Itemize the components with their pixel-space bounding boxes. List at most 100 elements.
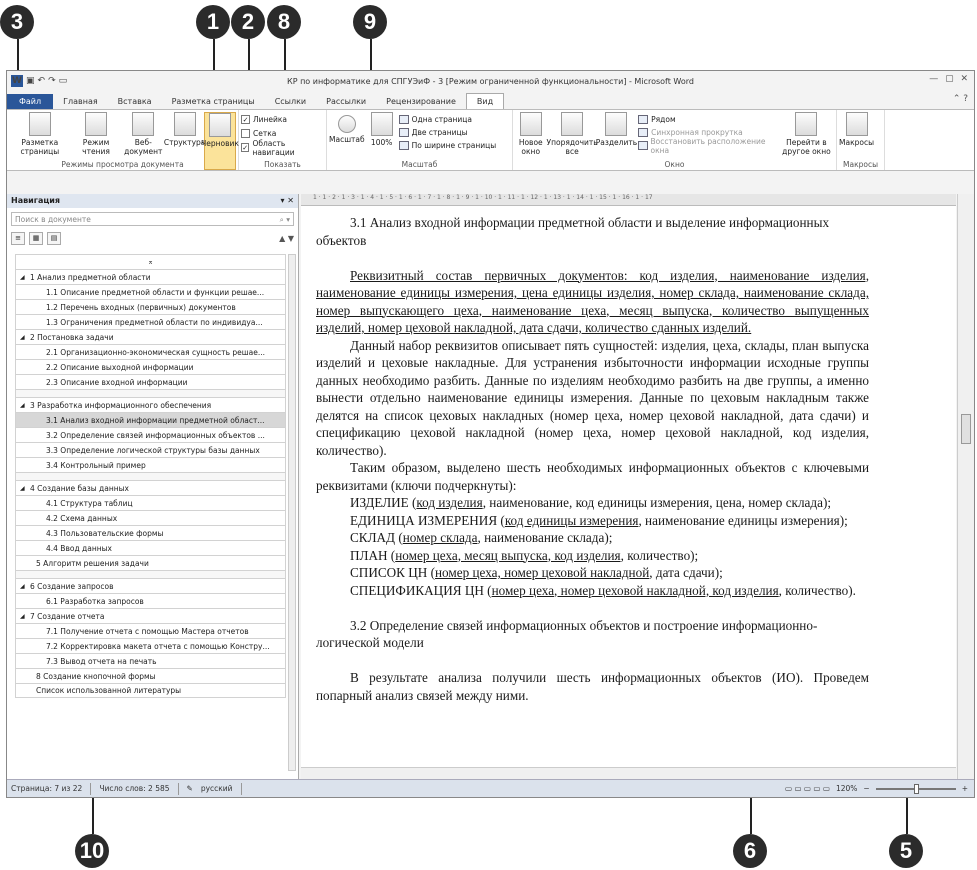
navigation-pane-checkbox[interactable]: ✓ Область навигации	[241, 139, 324, 157]
redo-icon[interactable]: ↷	[48, 76, 56, 86]
ruler-checkbox[interactable]: ✓ Линейка	[241, 113, 324, 126]
horizontal-ruler[interactable]: 1 · 1 · 2 · 1 · 3 · 1 · 4 · 1 · 5 · 1 · …	[301, 194, 956, 206]
zoom-slider-thumb[interactable]	[913, 783, 919, 794]
nav-scrollbar[interactable]	[288, 254, 296, 771]
collapse-triangle-icon[interactable]: ◢	[20, 402, 30, 409]
nav-heading[interactable]: 1.3 Ограничения предметной области по ин…	[15, 314, 286, 329]
nav-heading[interactable]: 7.1 Получение отчета с помощью Мастера о…	[15, 623, 286, 638]
checkbox-checked-icon: ✓	[241, 115, 250, 124]
one-page-button[interactable]: Одна страница	[398, 113, 497, 126]
tab-review[interactable]: Рецензирование	[376, 94, 466, 109]
nav-heading[interactable]: ◢ 4 Создание базы данных	[15, 480, 286, 495]
group-macros: Макросы Макросы	[837, 110, 885, 170]
nav-heading[interactable]: 2.2 Описание выходной информации	[15, 359, 286, 374]
nav-heading[interactable]: ◢ 3 Разработка информационного обеспечени…	[15, 397, 286, 412]
document-page[interactable]: 3.1 Анализ входной информации предметной…	[301, 206, 956, 767]
results-view-icon[interactable]: ▤	[47, 231, 61, 245]
vertical-scrollbar[interactable]	[957, 194, 974, 779]
undo-icon[interactable]: ↶	[38, 76, 46, 86]
tab-file[interactable]: Файл	[7, 94, 54, 109]
window-controls[interactable]: — ▢ ✕	[929, 74, 970, 84]
tab-insert[interactable]: Вставка	[108, 94, 162, 109]
scroll-thumb[interactable]	[961, 414, 971, 444]
word-window: W ▣ ↶ ↷ ▭ КР по информатике для СПГУЭиФ …	[6, 70, 975, 798]
nav-heading[interactable]: Список использованной литературы	[15, 683, 286, 698]
reset-window-button[interactable]: Восстановить расположение окна	[638, 137, 776, 155]
group-show: ✓ Линейка Сетка ✓ Область навигации Показа…	[239, 110, 327, 170]
reset-window-icon	[638, 141, 648, 150]
proofing-icon[interactable]: ✎	[187, 784, 193, 793]
split-icon	[605, 112, 628, 136]
headings-view-icon[interactable]: ≡	[11, 231, 25, 245]
document-text[interactable]: 3.1 Анализ входной информации предметной…	[316, 214, 869, 704]
word-app-icon: W	[11, 75, 23, 87]
zoom-out-icon[interactable]: −	[863, 784, 869, 793]
nav-heading[interactable]: 4.3 Пользовательские формы	[15, 525, 286, 540]
checkbox-checked-icon: ✓	[241, 143, 250, 152]
nav-heading[interactable]: 6.1 Разработка запросов	[15, 593, 286, 608]
nav-heading[interactable]: 4.1 Структура таблиц	[15, 495, 286, 510]
group-label-show: Показать	[264, 160, 301, 169]
nav-heading[interactable]: 1.2 Перечень входных (первичных) докумен…	[15, 299, 286, 314]
search-input[interactable]: Поиск в документе ⌕ ▾	[11, 212, 294, 226]
callout-2: 2	[231, 5, 265, 39]
callout-9: 9	[353, 5, 387, 39]
sync-scroll-icon	[638, 128, 649, 137]
horizontal-scrollbar[interactable]	[301, 767, 956, 779]
page-width-button[interactable]: По ширине страницы	[398, 139, 496, 152]
word-count[interactable]: Число слов: 2 585	[99, 784, 169, 793]
open-icon[interactable]: ▭	[59, 76, 68, 86]
close-icon[interactable]: ▾ ✕	[280, 196, 294, 206]
nav-heading[interactable]: 8 Создание кнопочной формы	[15, 668, 286, 683]
nav-heading[interactable]: ◢ 7 Создание отчета	[15, 608, 286, 623]
nav-heading[interactable]: 7.3 Вывод отчета на печать	[15, 653, 286, 668]
zoom-level[interactable]: 120%	[836, 784, 857, 793]
tab-references[interactable]: Ссылки	[265, 94, 316, 109]
two-pages-button[interactable]: Две страницы	[398, 126, 497, 139]
web-layout-icon	[132, 112, 155, 136]
tab-page-layout[interactable]: Разметка страницы	[162, 94, 265, 109]
nav-heading[interactable]: 5 Алгоритм решения задачи	[15, 555, 286, 570]
collapse-triangle-icon[interactable]: ◢	[20, 485, 30, 492]
nav-heading[interactable]: ◢ 2 Постановка задачи	[15, 329, 286, 344]
collapse-triangle-icon[interactable]: ◢	[20, 334, 30, 341]
prev-next-arrows-icon[interactable]: ▲ ▼	[279, 234, 294, 243]
nav-heading-current[interactable]: 3.1 Анализ входной информации предметной…	[15, 412, 286, 427]
zoom-slider[interactable]	[875, 783, 956, 794]
nav-heading[interactable]: 7.2 Корректировка макета отчета с помощь…	[15, 638, 286, 653]
nav-heading[interactable]: 3.3 Определение логической структуры баз…	[15, 442, 286, 457]
page-width-icon	[398, 141, 409, 150]
nav-heading[interactable]: 4.2 Схема данных	[15, 510, 286, 525]
tab-mailings[interactable]: Рассылки	[316, 94, 376, 109]
view-buttons-icon[interactable]: ▭ ▭ ▭ ▭ ▭	[785, 784, 830, 793]
page-100-icon	[370, 112, 393, 136]
tab-view[interactable]: Вид	[465, 93, 505, 109]
language[interactable]: русский	[201, 784, 233, 793]
nav-heading[interactable]: 1.1 Описание предметной области и функци…	[15, 284, 286, 299]
search-icon[interactable]: ⌕ ▾	[280, 215, 290, 224]
zoom-in-icon[interactable]: +	[962, 784, 968, 793]
collapse-triangle-icon[interactable]: ◢	[20, 583, 30, 590]
nav-heading[interactable]: 3.2 Определение связей информационных об…	[15, 427, 286, 442]
nav-heading[interactable]: 2.3 Описание входной информации	[15, 374, 286, 389]
callout-3: 3	[0, 5, 34, 39]
pages-view-icon[interactable]: ▦	[29, 231, 43, 245]
tab-home[interactable]: Главная	[53, 94, 108, 109]
help-icon[interactable]: ⌃ ?	[953, 94, 968, 104]
two-pages-icon	[398, 128, 409, 137]
side-by-side-button[interactable]: Рядом	[638, 113, 776, 126]
collapse-triangle-icon[interactable]: ◢	[20, 274, 30, 281]
save-icon[interactable]: ▣	[26, 76, 35, 86]
nav-heading[interactable]: 2.1 Организационно-экономическая сущност…	[15, 344, 286, 359]
checkbox-empty-icon	[241, 129, 250, 138]
group-label-window: Окно	[664, 160, 685, 169]
collapse-triangle-icon[interactable]: ◢	[20, 613, 30, 620]
page-count[interactable]: Страница: 7 из 22	[11, 784, 82, 793]
nav-heading[interactable]: 4.4 Ввод данных	[15, 540, 286, 555]
reading-mode-icon	[85, 112, 108, 136]
nav-heading[interactable]: ◢ 1 Анализ предметной области	[15, 269, 286, 284]
magnifier-icon	[337, 115, 356, 133]
nav-heading[interactable]: ◢ 6 Создание запросов	[15, 578, 286, 593]
list-collapse-item[interactable]: ⌅	[15, 254, 286, 269]
nav-heading[interactable]: 3.4 Контрольный пример	[15, 457, 286, 472]
